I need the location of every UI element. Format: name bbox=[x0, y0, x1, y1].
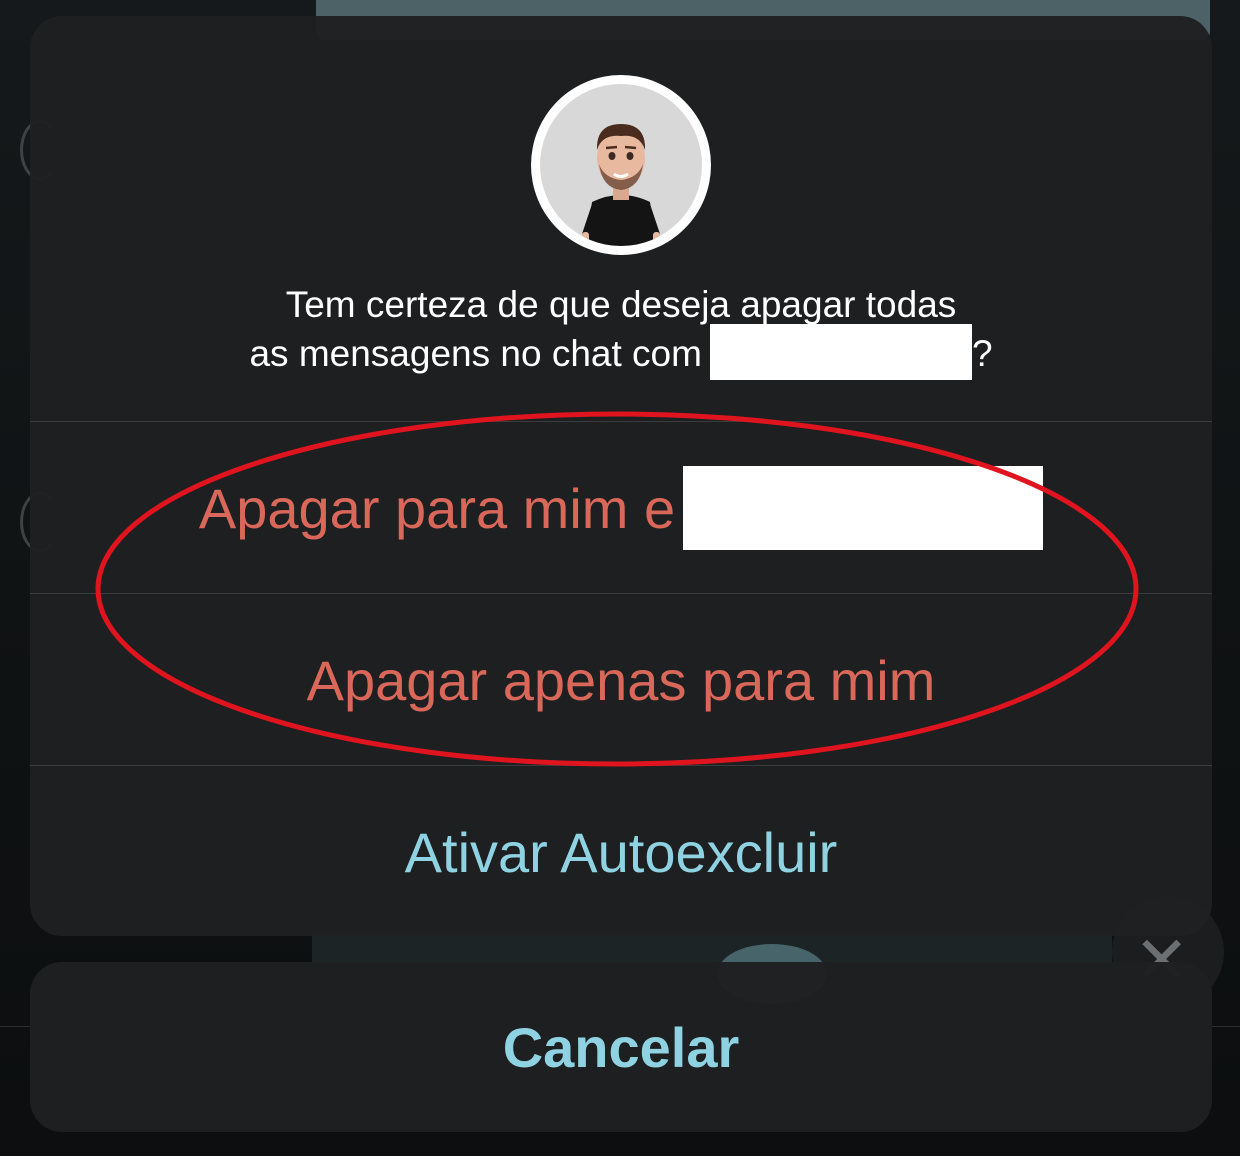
enable-auto-delete-label: Ativar Autoexcluir bbox=[404, 820, 838, 884]
delete-only-for-me-label: Apagar apenas para mim bbox=[306, 648, 936, 712]
redacted-contact-name bbox=[683, 466, 1044, 550]
enable-auto-delete-button[interactable]: Ativar Autoexcluir bbox=[30, 766, 1212, 936]
contact-avatar bbox=[531, 75, 711, 255]
delete-for-me-and-contact-label: Apagar para mim e bbox=[198, 476, 676, 540]
screen: ✕ Tem certeza de que deseja apagar todas… bbox=[0, 0, 1240, 1156]
memoji-avatar-icon bbox=[540, 84, 702, 246]
question-mark: ? bbox=[971, 333, 993, 374]
redacted-contact-name bbox=[709, 324, 972, 381]
delete-only-for-me-button[interactable]: Apagar apenas para mim bbox=[30, 594, 1212, 766]
message-line-2-text: as mensagens no chat com bbox=[249, 333, 702, 374]
message-line-1: Tem certeza de que deseja apagar todas bbox=[285, 284, 957, 325]
cancel-label: Cancelar bbox=[502, 1015, 740, 1079]
delete-chat-action-sheet: Tem certeza de que deseja apagar todas a… bbox=[30, 16, 1212, 936]
confirmation-message: Tem certeza de que deseja apagar todas a… bbox=[30, 280, 1212, 381]
delete-for-me-and-contact-button[interactable]: Apagar para mim e bbox=[30, 422, 1212, 594]
cancel-button[interactable]: Cancelar bbox=[30, 962, 1212, 1132]
message-line-2: as mensagens no chat com? bbox=[30, 324, 1212, 381]
